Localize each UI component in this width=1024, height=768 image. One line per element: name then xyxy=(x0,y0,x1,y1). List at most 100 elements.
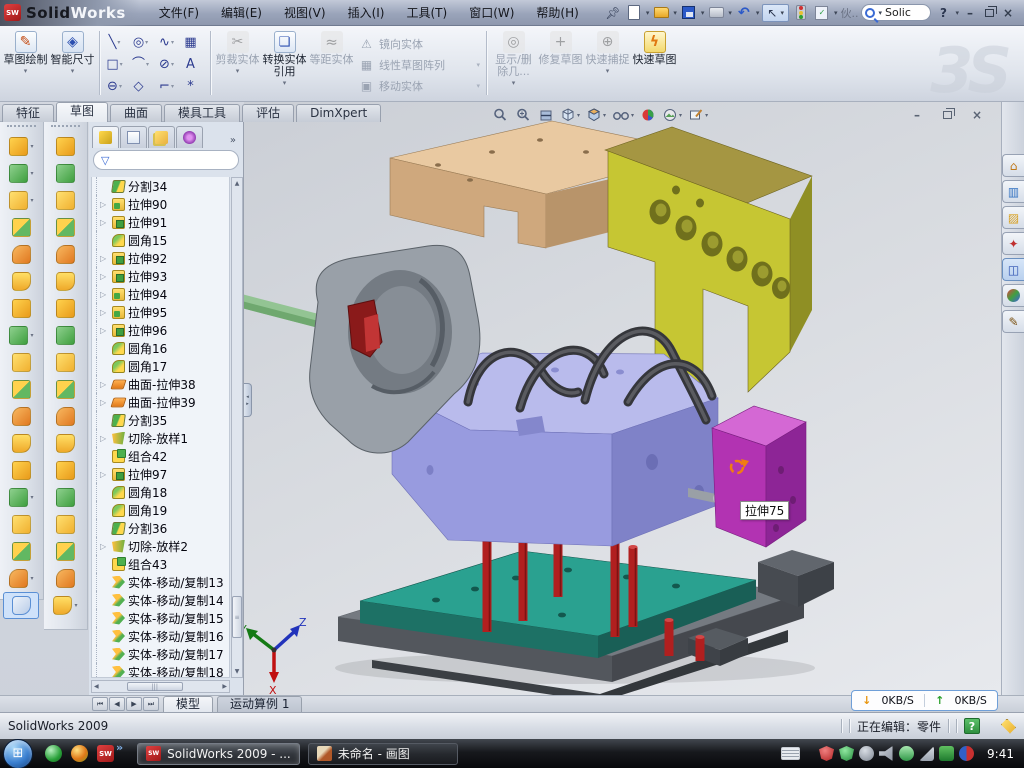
save-button[interactable] xyxy=(680,4,698,22)
expand-icon[interactable]: ▷ xyxy=(100,398,109,407)
tab-DimXpert[interactable]: DimXpert xyxy=(296,104,381,122)
expand-icon[interactable]: ▷ xyxy=(100,218,109,227)
doc-minimize-button[interactable]: – xyxy=(909,107,925,122)
sketch-fillet-tool-button[interactable]: ⌐▾ xyxy=(155,75,181,97)
tree-item[interactable]: ▷拉伸91 xyxy=(96,213,229,231)
toolbar-grip[interactable] xyxy=(51,125,80,130)
plane-tool-button[interactable] xyxy=(0,511,43,538)
tab-草图[interactable]: 草图 xyxy=(56,102,108,122)
hole-wizard-button[interactable] xyxy=(0,295,43,322)
hide-show-items-button[interactable]: ▾ xyxy=(610,106,636,124)
insert-part-button[interactable] xyxy=(0,430,43,457)
annotation-view-button[interactable]: ▾ xyxy=(686,106,710,124)
toolbar-grip[interactable] xyxy=(7,125,36,130)
tree-item[interactable]: 组合42 xyxy=(96,447,229,465)
tree-item[interactable]: ▷拉伸94 xyxy=(96,285,229,303)
tree-item[interactable]: 组合43 xyxy=(96,555,229,573)
expand-icon[interactable]: ▷ xyxy=(100,308,109,317)
tree-item[interactable]: 实体-移动/复制17 xyxy=(96,645,229,663)
rib-tool-button[interactable] xyxy=(0,268,43,295)
sketch-pattern-tool-button[interactable]: ▦ xyxy=(181,31,207,53)
taskbar-task-0[interactable]: SWSolidWorks 2009 - ... xyxy=(137,743,300,765)
configurationmanager-tab[interactable] xyxy=(148,126,175,148)
tree-item[interactable]: 分割36 xyxy=(96,519,229,537)
tree-item[interactable]: 分割35 xyxy=(96,411,229,429)
file-explorer-tab[interactable]: ▨ xyxy=(1002,206,1024,229)
open-file-button[interactable] xyxy=(652,4,670,22)
menu-item-3[interactable]: 插入(I) xyxy=(337,0,396,25)
tree-item[interactable]: 圆角18 xyxy=(96,483,229,501)
design-library-tab[interactable]: ▥ xyxy=(1002,180,1024,203)
expand-icon[interactable]: ▷ xyxy=(100,434,109,443)
menu-item-5[interactable]: 窗口(W) xyxy=(458,0,525,25)
undo-button[interactable]: ↶ xyxy=(735,4,753,22)
start-button[interactable]: ⊞ xyxy=(3,739,33,768)
panel-splitter-handle[interactable]: ◂▸ xyxy=(244,383,252,417)
tree-filter-input[interactable]: ▽ xyxy=(93,150,239,170)
tree-vertical-scrollbar[interactable]: ▲ ≡ ▼ xyxy=(231,177,243,678)
new-file-button[interactable] xyxy=(625,4,643,22)
wand-tool-button[interactable]: ▾ xyxy=(0,484,43,511)
close-button[interactable]: × xyxy=(1000,5,1016,20)
tree-item[interactable]: ▷拉伸90 xyxy=(96,195,229,213)
olive-bracket[interactable] xyxy=(605,127,812,392)
sketch-button-button[interactable]: ✎草图绘制▾ xyxy=(2,29,49,97)
tree-item[interactable]: 实体-移动/复制15 xyxy=(96,609,229,627)
defender-icon[interactable] xyxy=(939,746,954,761)
quick-tips-button[interactable]: ? xyxy=(964,718,980,734)
tooling-split-button[interactable] xyxy=(44,538,87,565)
curve-tool-button[interactable]: ▾ xyxy=(0,565,43,592)
zoom-to-fit-button[interactable] xyxy=(490,106,511,124)
tab-特征[interactable]: 特征 xyxy=(2,104,54,122)
tree-item[interactable]: 圆角16 xyxy=(96,339,229,357)
split-tool-button[interactable] xyxy=(0,376,43,403)
section-view-button[interactable] xyxy=(536,106,556,124)
planar-surface-button[interactable] xyxy=(44,268,87,295)
tree-item[interactable]: ▷拉伸95 xyxy=(96,303,229,321)
expand-icon[interactable]: ▷ xyxy=(100,254,109,263)
volume-icon[interactable] xyxy=(879,746,894,761)
expand-icon[interactable]: ▷ xyxy=(100,290,109,299)
scroll-down-arrow[interactable]: ▼ xyxy=(235,666,240,677)
quick-launch-overflow[interactable]: » xyxy=(116,739,123,754)
shell-tool-button[interactable] xyxy=(0,241,43,268)
tab-nav-0[interactable]: ⏮ xyxy=(92,697,108,711)
tab-nav-2[interactable]: ▶ xyxy=(126,697,142,711)
network-warning-icon[interactable] xyxy=(919,746,934,761)
parting-line-button[interactable] xyxy=(44,457,87,484)
tab-曲面[interactable]: 曲面 xyxy=(110,104,162,122)
tree-item[interactable]: ▷拉伸97 xyxy=(96,465,229,483)
thicken-tool-button[interactable] xyxy=(44,322,87,349)
tree-item[interactable]: ▷拉伸93 xyxy=(96,267,229,285)
tree-item[interactable]: 实体-移动/复制14 xyxy=(96,591,229,609)
body-arrows-button[interactable] xyxy=(0,457,43,484)
swept-boss-button[interactable] xyxy=(0,214,43,241)
featuremanager-tab[interactable] xyxy=(92,126,119,148)
scroll-right-arrow[interactable]: ▶ xyxy=(220,683,229,690)
print-button[interactable] xyxy=(707,4,725,22)
view-orientation-button[interactable]: ▾ xyxy=(584,106,608,124)
zoom-to-area-button[interactable] xyxy=(513,106,534,124)
options-button[interactable]: ✓ xyxy=(813,4,831,22)
knit-surface-button[interactable] xyxy=(44,214,87,241)
dimxpert-tab[interactable] xyxy=(176,126,203,148)
tab-评估[interactable]: 评估 xyxy=(242,104,294,122)
motion-study-tab[interactable]: 运动算例 1 xyxy=(217,696,302,712)
trim-surface-button[interactable] xyxy=(44,187,87,214)
toolbox-tab[interactable]: ✦ xyxy=(1002,232,1024,255)
scroll-thumb[interactable]: ≡ xyxy=(232,596,242,638)
help-button[interactable]: ? xyxy=(934,4,952,22)
propertymanager-tab[interactable] xyxy=(120,126,147,148)
messenger-icon[interactable] xyxy=(45,745,62,762)
custom-properties-tab[interactable]: ✎ xyxy=(1002,310,1024,333)
magenta-block[interactable] xyxy=(712,406,806,547)
parting-surface-button[interactable] xyxy=(44,511,87,538)
tree-item[interactable]: 圆角17 xyxy=(96,357,229,375)
media-icon[interactable] xyxy=(71,745,88,762)
appearances-button[interactable] xyxy=(638,106,658,124)
surface-cut-button[interactable] xyxy=(44,349,87,376)
extruded-boss-button[interactable]: ▾ xyxy=(0,133,43,160)
ruled-surface-button[interactable] xyxy=(44,160,87,187)
tree-item[interactable]: 实体-移动/复制13 xyxy=(96,573,229,591)
delete-face-button[interactable] xyxy=(44,403,87,430)
